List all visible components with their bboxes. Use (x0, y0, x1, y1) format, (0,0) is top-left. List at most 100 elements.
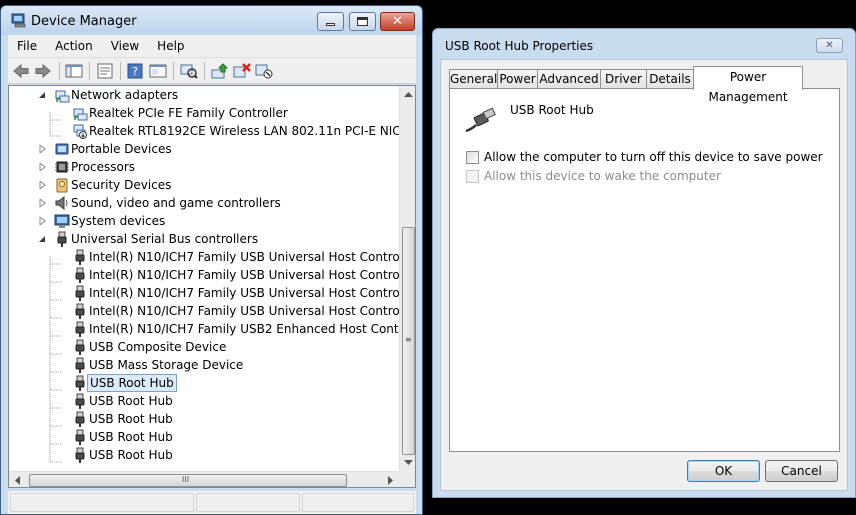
back-icon[interactable] (11, 62, 31, 80)
tree-expanded-icon[interactable] (38, 91, 46, 99)
tree-item-label[interactable]: Security Devices (69, 176, 173, 194)
tree-item-label[interactable]: USB Composite Device (87, 338, 228, 356)
menu-help[interactable]: Help (148, 35, 193, 57)
tree-item-label[interactable]: Intel(R) N10/ICH7 Family USB Universal H… (87, 284, 415, 302)
tree-item-label[interactable]: Portable Devices (69, 140, 174, 158)
vertical-scrollbar[interactable]: ≡ (399, 86, 415, 471)
tree-category[interactable]: Universal Serial Bus controllers (9, 230, 399, 248)
tree-device[interactable]: USB Root Hub (9, 410, 399, 428)
tree-item-label[interactable]: System devices (69, 212, 167, 230)
menu-file[interactable]: File (8, 35, 46, 57)
allow-turn-off-option[interactable]: Allow the computer to turn off this devi… (466, 149, 823, 165)
tree-category[interactable]: Portable Devices (9, 140, 399, 158)
maximize-button[interactable] (349, 12, 376, 31)
cancel-button[interactable]: Cancel (765, 460, 838, 482)
tree-category[interactable]: System devices (9, 212, 399, 230)
tree-expanded-icon[interactable] (38, 235, 46, 243)
allow-turn-off-checkbox[interactable] (466, 150, 479, 164)
tree-device[interactable]: Realtek PCIe FE Family Controller (9, 104, 399, 122)
minimize-button[interactable] (317, 12, 344, 31)
tab-details[interactable]: Details (646, 69, 694, 89)
close-button[interactable]: ✕ (380, 12, 415, 31)
tree-item-label[interactable]: Intel(R) N10/ICH7 Family USB2 Enhanced H… (87, 320, 415, 338)
properties-icon[interactable] (95, 62, 115, 80)
tab-general[interactable]: General (449, 69, 498, 89)
tree-device[interactable]: Intel(R) N10/ICH7 Family USB Universal H… (9, 248, 415, 266)
tree-device[interactable]: USB Root Hub (9, 446, 399, 464)
forward-icon[interactable] (33, 62, 53, 80)
portable-device-icon (55, 143, 69, 155)
dialog-close-button[interactable]: ✕ (816, 38, 843, 53)
tree-item-label[interactable]: Network adapters (69, 86, 180, 104)
tab-driver[interactable]: Driver (600, 69, 647, 89)
scroll-down-button[interactable] (400, 454, 415, 471)
scroll-up-arrow-icon (404, 91, 413, 97)
tree-device[interactable]: USB Root Hub (9, 374, 399, 392)
ok-button[interactable]: OK (687, 460, 760, 482)
disable-icon[interactable] (254, 62, 274, 80)
horizontal-scroll-thumb[interactable]: III (29, 474, 347, 487)
scroll-left-button[interactable] (9, 472, 26, 487)
tree-collapsed-icon[interactable] (38, 163, 46, 171)
tree-item-label[interactable]: Realtek PCIe FE Family Controller (87, 104, 290, 122)
tree-device[interactable]: USB Root Hub (9, 428, 399, 446)
tree-device[interactable]: USB Root Hub (9, 392, 399, 410)
tree-category[interactable]: Sound, video and game controllers (9, 194, 399, 212)
help-icon[interactable]: ? (125, 62, 145, 80)
tree-category[interactable]: Network adapters (9, 86, 399, 104)
tree-item-label[interactable]: Sound, video and game controllers (69, 194, 283, 212)
menu-action[interactable]: Action (46, 35, 102, 57)
tree-category[interactable]: Security Devices (9, 176, 399, 194)
tree-device[interactable]: USB Mass Storage Device (9, 356, 399, 374)
tree-device[interactable]: Intel(R) N10/ICH7 Family USB Universal H… (9, 284, 415, 302)
tree-item-label[interactable]: Intel(R) N10/ICH7 Family USB Universal H… (87, 266, 415, 284)
tree-collapsed-icon[interactable] (38, 181, 46, 189)
horizontal-scrollbar[interactable]: III (9, 471, 399, 487)
scroll-right-button[interactable] (382, 472, 399, 487)
tree-item-label[interactable]: Realtek RTL8192CE Wireless LAN 802.11n P… (87, 122, 403, 140)
tab-power[interactable]: Power (497, 69, 538, 89)
tree-item-label-selected[interactable]: USB Root Hub (87, 374, 177, 392)
scrollbar-corner (399, 471, 415, 487)
tree-item-label[interactable]: USB Mass Storage Device (87, 356, 245, 374)
tree-category[interactable]: Processors (9, 158, 399, 176)
tree-collapsed-icon[interactable] (38, 145, 46, 153)
tree-device[interactable]: Intel(R) N10/ICH7 Family USB Universal H… (9, 302, 415, 320)
tree-item-label[interactable]: Intel(R) N10/ICH7 Family USB Universal H… (87, 302, 415, 320)
close-icon: ✕ (392, 14, 403, 29)
tree-device[interactable]: Realtek RTL8192CE Wireless LAN 802.11n P… (9, 122, 401, 140)
tree-item-label[interactable]: USB Root Hub (87, 392, 175, 410)
device-manager-titlebar[interactable]: Device Manager ✕ (1, 6, 422, 35)
show-hide-console-tree-icon[interactable] (64, 62, 84, 80)
dialog-title: USB Root Hub Properties (445, 39, 594, 53)
tree-device[interactable]: USB Composite Device (9, 338, 399, 356)
allow-turn-off-label[interactable]: Allow the computer to turn off this devi… (484, 150, 823, 164)
tab-advanced[interactable]: Advanced (537, 69, 601, 89)
tree-collapsed-icon[interactable] (38, 199, 46, 207)
scroll-up-button[interactable] (400, 86, 415, 103)
update-driver-icon[interactable] (210, 62, 230, 80)
tree-item-label[interactable]: USB Root Hub (87, 428, 175, 446)
toolbar-separator (59, 62, 60, 80)
uninstall-icon[interactable] (232, 62, 252, 80)
processor-icon (55, 161, 69, 173)
usb-plug-icon (75, 393, 85, 409)
tree-item-label[interactable]: USB Root Hub (87, 410, 175, 428)
console-view-icon[interactable] (148, 62, 168, 80)
tree-collapsed-icon[interactable] (38, 217, 46, 225)
tree-item-label[interactable]: Intel(R) N10/ICH7 Family USB Universal H… (87, 248, 415, 266)
tree-item-label[interactable]: Processors (69, 158, 137, 176)
system-device-icon (54, 214, 70, 228)
tree-item-label[interactable]: Universal Serial Bus controllers (69, 230, 260, 248)
usb-plug-icon (75, 321, 85, 337)
scan-hardware-changes-icon[interactable] (179, 62, 199, 80)
status-cell (10, 493, 194, 512)
tree-device[interactable]: Intel(R) N10/ICH7 Family USB Universal H… (9, 266, 415, 284)
vertical-scroll-thumb[interactable]: ≡ (402, 227, 415, 455)
menu-view[interactable]: View (102, 35, 148, 57)
usb-plug-icon (75, 447, 85, 463)
tab-power-management[interactable]: Power Management (693, 66, 803, 104)
close-icon: ✕ (825, 40, 834, 51)
tree-item-label[interactable]: USB Root Hub (87, 446, 175, 464)
tree-device[interactable]: Intel(R) N10/ICH7 Family USB2 Enhanced H… (9, 320, 415, 338)
